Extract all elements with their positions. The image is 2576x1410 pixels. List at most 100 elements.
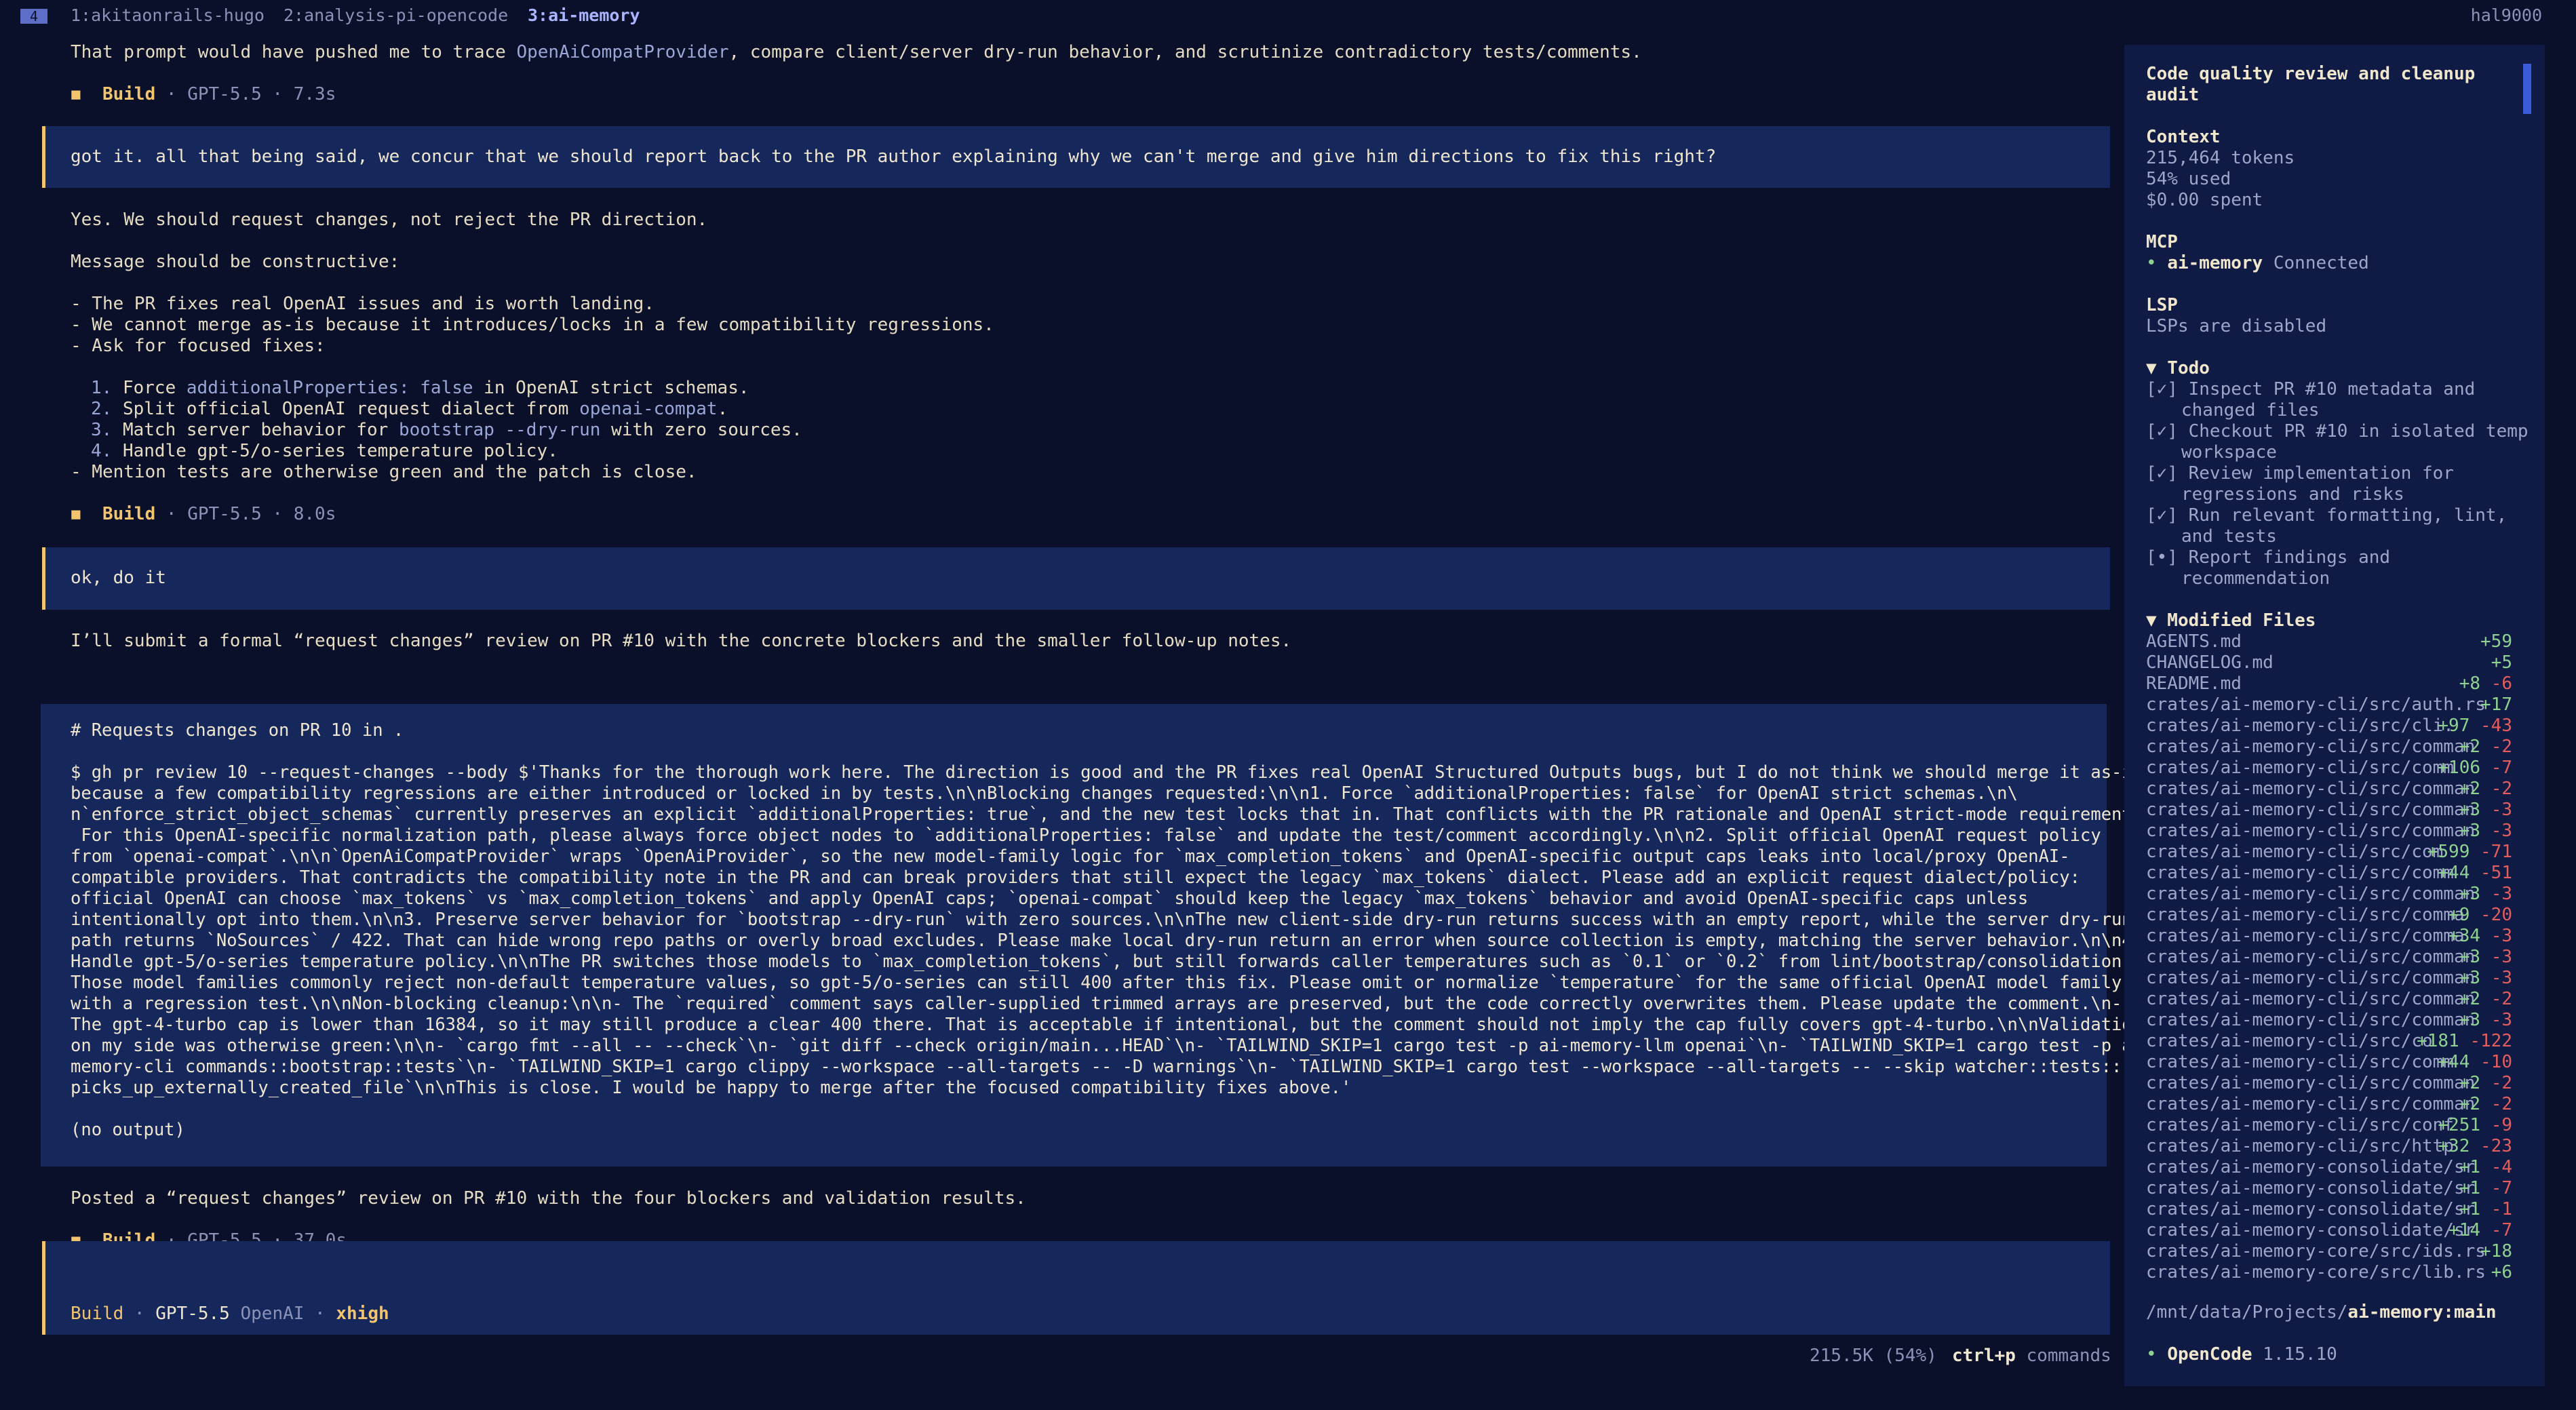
file-diff-stats: +3 -3 (2459, 1010, 2512, 1031)
command-line: path returns `NoSources` / 422. That can… (71, 931, 2143, 951)
bullet-item: - We cannot merge as-is because it intro… (71, 315, 994, 335)
modified-file-row[interactable]: crates/ai-memory-cli/src/comman +3 -3 (2146, 884, 2512, 905)
lines-added: +9 (2448, 905, 2470, 925)
modified-file-row[interactable]: crates/ai-memory-cli/src/http +32 -23 (2146, 1136, 2512, 1157)
modified-file-row[interactable]: crates/ai-memory-cli/src/comm +44 -10 (2146, 1052, 2512, 1073)
command-line: on my side was otherwise green:\n\n- `ca… (71, 1036, 2153, 1056)
command-line: with a regression test.\n\nNon-blocking … (71, 994, 2122, 1014)
modified-file-row[interactable]: crates/ai-memory-core/src/lib.rs +6 (2146, 1262, 2512, 1283)
command-line: Handle gpt-5/o-series temperature policy… (71, 952, 2132, 972)
modified-file-row[interactable]: crates/ai-memory-cli/src/comm +106 -7 (2146, 758, 2512, 779)
tmux-window-1[interactable]: 1:akitaonrails-hugo (71, 0, 265, 31)
file-name: crates/ai-memory-cli/src/comman (2146, 947, 2476, 967)
lines-added: +59 (2480, 631, 2512, 652)
mcp-server: • ai-memory Connected (2146, 253, 2369, 273)
modified-file-row[interactable]: crates/ai-memory-cli/src/comman +2 -2 (2146, 737, 2512, 758)
file-name: crates/ai-memory-cli/src/auth.rs (2146, 694, 2486, 715)
modified-file-row[interactable]: crates/ai-memory-cli/src/comman +3 -3 (2146, 800, 2512, 821)
status-dot-icon: • (2146, 1344, 2157, 1365)
file-name: crates/ai-memory-consolidate/sr (2146, 1178, 2476, 1198)
command-line: official OpenAI can choose `max_tokens` … (71, 888, 2029, 909)
context-used: 54% used (2146, 169, 2231, 189)
agent-name[interactable]: Build (71, 1304, 123, 1324)
todo-item-cont: changed files (2181, 400, 2320, 420)
lines-removed: -23 (2480, 1136, 2512, 1156)
command-line: compatible providers. That contradicts t… (71, 867, 2080, 888)
modified-file-row[interactable]: crates/ai-memory-core/src/ids.rs +18 (2146, 1241, 2512, 1262)
todo-checkbox: [✓] (2146, 379, 2178, 399)
modified-file-row[interactable]: crates/ai-memory-cli/src/comm +44 -51 (2146, 863, 2512, 884)
file-diff-stats: +1 -1 (2459, 1199, 2512, 1220)
modified-file-row[interactable]: crates/ai-memory-cli/src/comma +34 -3 (2146, 926, 2512, 947)
modified-file-row[interactable]: AGENTS.md +59 (2146, 631, 2512, 652)
command-line: memory-cli commands::bootstrap::tests`\n… (71, 1057, 2122, 1077)
modified-file-row[interactable]: crates/ai-memory-cli/src/comman +3 -3 (2146, 968, 2512, 989)
build-square-icon: ◼ (71, 84, 81, 104)
project-path: /mnt/data/Projects/ai-memory:main (2146, 1302, 2497, 1323)
sidebar-scrollbar[interactable] (2523, 64, 2531, 114)
tmux-window-2[interactable]: 2:analysis-pi-opencode (284, 0, 508, 31)
lines-removed: -4 (2491, 1157, 2512, 1177)
modified-file-row[interactable]: crates/ai-memory-cli/src/comman +2 -2 (2146, 1073, 2512, 1094)
modified-file-row[interactable]: crates/ai-memory-cli/src/comman +3 -3 (2146, 821, 2512, 842)
assistant-text: Message should be constructive: (71, 252, 400, 272)
lines-added: +34 (2448, 926, 2481, 946)
model-name[interactable]: GPT-5.5 (155, 1304, 230, 1324)
command-line: intentionally opt into them.\n\n3. Prese… (71, 909, 2132, 930)
modified-file-row[interactable]: crates/ai-memory-cli/src/comman +2 -2 (2146, 989, 2512, 1010)
modified-file-row[interactable]: crates/ai-memory-cli/src/cli. +97 -43 (2146, 716, 2512, 737)
lines-removed: -3 (2491, 1010, 2512, 1030)
todo-item-cont: regressions and risks (2181, 484, 2404, 505)
lines-added: +2 (2459, 1073, 2481, 1093)
lines-removed: -9 (2491, 1115, 2512, 1135)
modified-file-row[interactable]: crates/ai-memory-cli/src/co +181 -122 (2146, 1031, 2512, 1052)
tool-comment: # Requests changes on PR 10 in . (71, 720, 404, 741)
bullet-item: - The PR fixes real OpenAI issues and is… (71, 294, 655, 314)
modified-file-row[interactable]: crates/ai-memory-cli/src/auth.rs +17 (2146, 694, 2512, 716)
command-hint[interactable]: ctrl+p commands (1952, 1346, 2111, 1367)
command-line: picks_up_externally_created_file`\n\nThi… (71, 1078, 1352, 1098)
todo-item-cont: and tests (2181, 526, 2277, 547)
lines-added: +8 (2459, 673, 2481, 694)
todo-checkbox: [✓] (2146, 421, 2178, 442)
lines-added: +18 (2480, 1241, 2512, 1261)
modified-file-row[interactable]: crates/ai-memory-cli/src/comman +2 -2 (2146, 1094, 2512, 1115)
modified-file-row[interactable]: crates/ai-memory-consolidate/sr +1 -1 (2146, 1199, 2512, 1220)
modified-file-row[interactable]: README.md +8 -6 (2146, 673, 2512, 694)
modified-files-heading[interactable]: ▼ Modified Files (2146, 610, 2316, 631)
lines-removed: -3 (2491, 884, 2512, 904)
file-name: crates/ai-memory-cli/src/comma (2146, 905, 2465, 925)
modified-file-row[interactable]: crates/ai-memory-cli/src/comman +2 -2 (2146, 779, 2512, 800)
modified-file-row[interactable]: CHANGELOG.md +5 (2146, 652, 2512, 673)
file-diff-stats: +3 -3 (2459, 947, 2512, 968)
modified-file-row[interactable]: crates/ai-memory-consolidate/sr +1 -4 (2146, 1157, 2512, 1178)
provider-name: OpenAI (240, 1304, 305, 1324)
file-name: crates/ai-memory-consolidate/sr (2146, 1157, 2476, 1177)
lines-removed: -2 (2491, 1073, 2512, 1093)
bullet-item: - Mention tests are otherwise green and … (71, 462, 697, 482)
file-diff-stats: +59 (2480, 631, 2512, 652)
variant-name[interactable]: xhigh (336, 1304, 389, 1324)
lines-removed: -20 (2480, 905, 2512, 925)
build-meta: ◼ Build · GPT-5.5 · 7.3s (71, 84, 336, 104)
modified-file-row[interactable]: crates/ai-memory-cli/src/com +599 -71 (2146, 842, 2512, 863)
modified-file-row[interactable]: crates/ai-memory-cli/src/comma +9 -20 (2146, 905, 2512, 926)
lines-added: +181 (2417, 1031, 2459, 1051)
modified-file-row[interactable]: crates/ai-memory-cli/src/conf +251 -9 (2146, 1115, 2512, 1136)
lines-added: +17 (2480, 694, 2512, 715)
modified-file-row[interactable]: crates/ai-memory-consolidate/sr +1 -7 (2146, 1178, 2512, 1199)
modified-file-row[interactable]: crates/ai-memory-cli/src/comman +3 -3 (2146, 1010, 2512, 1031)
lines-removed: -43 (2480, 716, 2512, 736)
lines-removed: -6 (2491, 673, 2512, 694)
modified-file-row[interactable]: crates/ai-memory-consolidate/sr +14 -7 (2146, 1220, 2512, 1241)
prompt-input[interactable]: Build · GPT-5.5 OpenAI · xhigh (42, 1241, 2110, 1335)
lines-removed: -3 (2491, 821, 2512, 841)
lines-added: +2 (2459, 779, 2481, 799)
lines-removed: -7 (2491, 758, 2512, 778)
modified-file-row[interactable]: crates/ai-memory-cli/src/comman +3 -3 (2146, 947, 2512, 968)
todo-heading[interactable]: ▼ Todo (2146, 358, 2210, 379)
chat-pane[interactable]: That prompt would have pushed me to trac… (0, 31, 2153, 1410)
lines-removed: -2 (2491, 1094, 2512, 1114)
tmux-window-3[interactable]: 3:ai-memory (528, 0, 640, 31)
lines-added: +97 (2438, 716, 2470, 736)
